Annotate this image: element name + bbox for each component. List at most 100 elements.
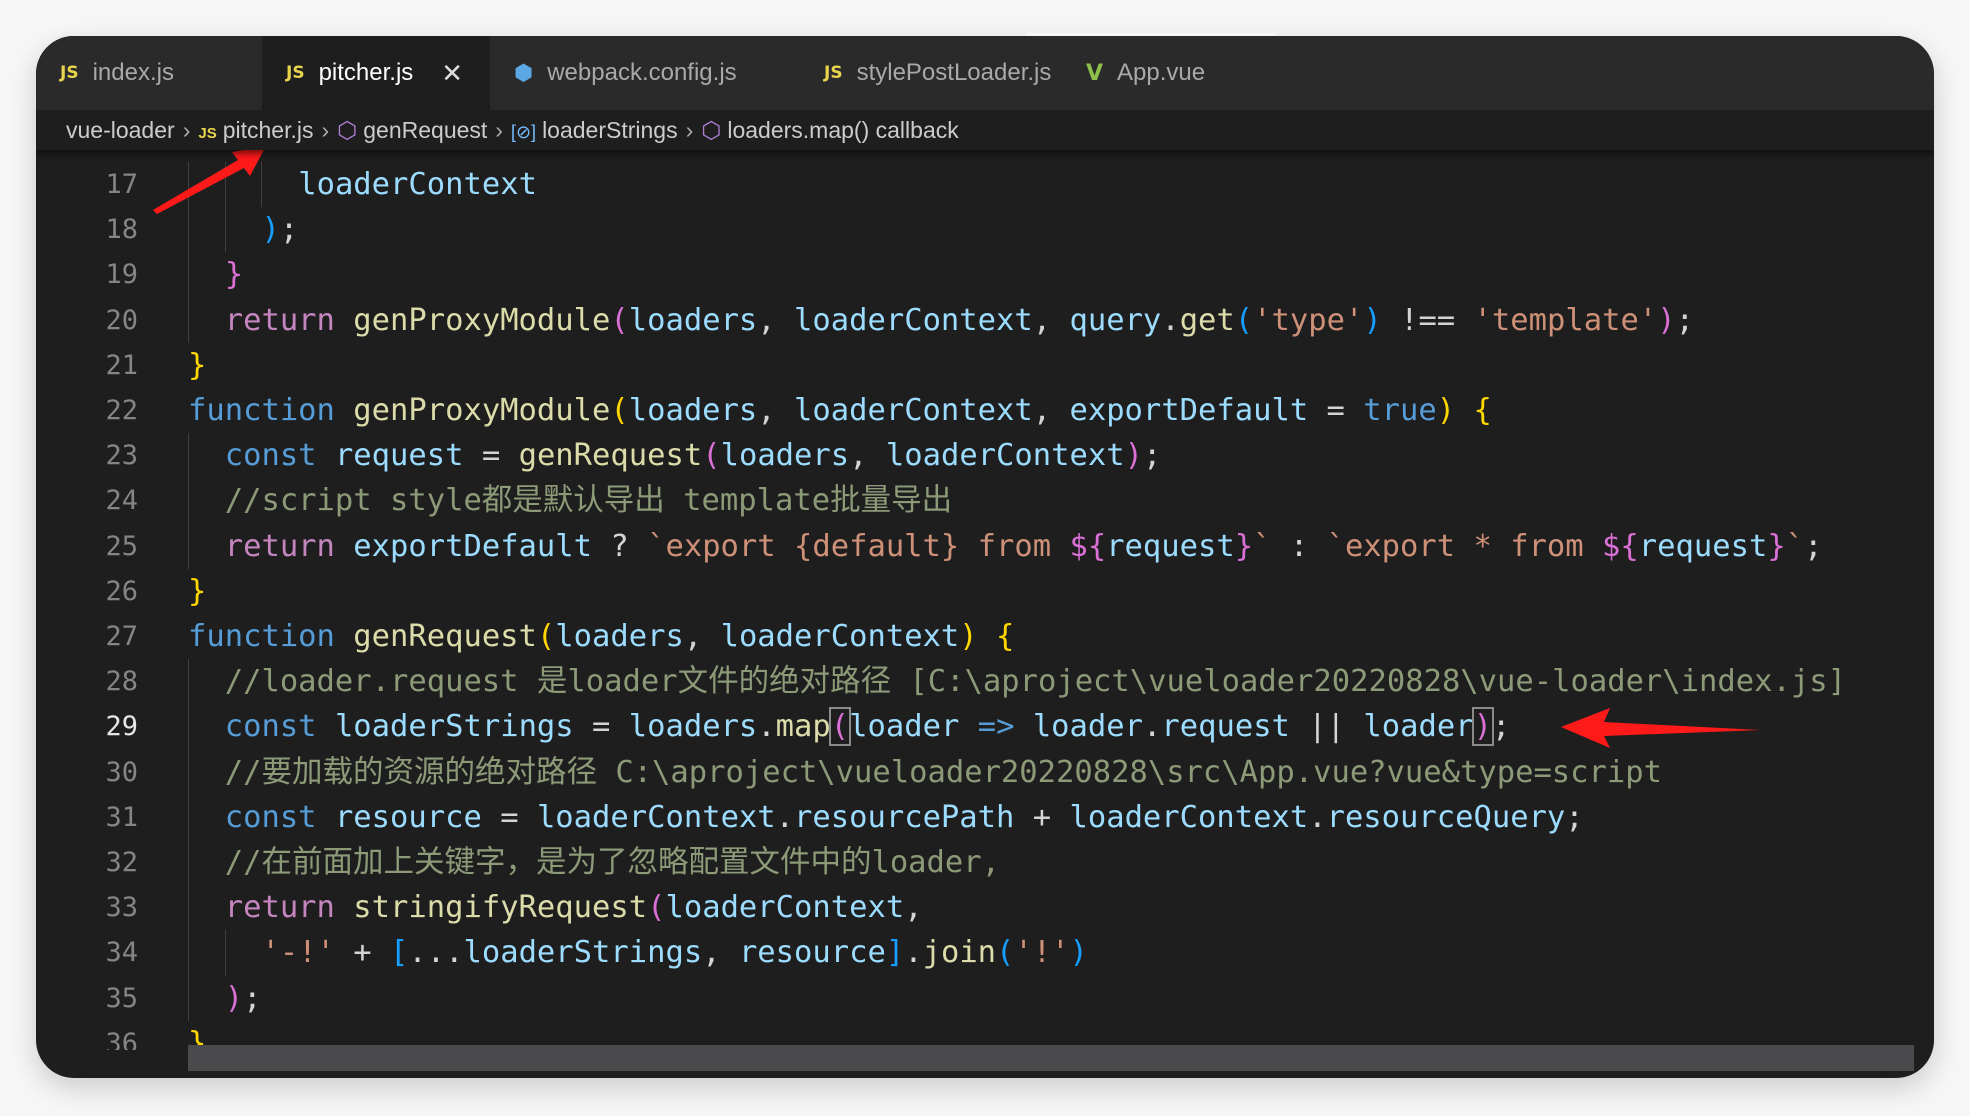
code-token: ; bbox=[243, 980, 262, 1016]
code-line: 17 loaderContext bbox=[36, 162, 1934, 208]
code-text: return stringifyRequest(loaderContext, bbox=[225, 885, 923, 930]
code-token: ( bbox=[996, 935, 1015, 971]
code-line: 26} bbox=[36, 569, 1934, 614]
close-icon[interactable]: ✕ bbox=[441, 58, 463, 89]
code-token: = bbox=[481, 799, 537, 835]
code-token: resource bbox=[334, 799, 482, 835]
tab-index-js[interactable]: JS index.js bbox=[36, 36, 262, 110]
code-token: } bbox=[188, 573, 207, 609]
code-token: ; bbox=[1804, 528, 1823, 564]
code-token: . bbox=[1308, 799, 1327, 835]
code-text: //要加载的资源的绝对路径 C:\aproject\vueloader20220… bbox=[225, 750, 1662, 795]
code-token: //在前面加上关键字，是为了忽略配置文件中的loader, bbox=[224, 845, 1000, 880]
code-token: loaderContext bbox=[298, 167, 537, 202]
indent-guide bbox=[188, 930, 189, 976]
tab-webpack-config-js[interactable]: ⬢ webpack.config.js bbox=[490, 36, 800, 110]
code-token: const bbox=[224, 438, 317, 474]
indent-guide bbox=[188, 794, 189, 840]
line-number: 23 bbox=[105, 440, 138, 472]
code-token: ... bbox=[408, 935, 464, 971]
code-token: , bbox=[702, 935, 739, 971]
tab-label: App.vue bbox=[1117, 59, 1206, 86]
code-line: 29 const loaderStrings = loaders.map(load… bbox=[36, 704, 1934, 750]
js-file-icon: JS bbox=[286, 63, 305, 83]
tab-app-vue[interactable]: V App.vue bbox=[1062, 36, 1320, 110]
code-line: 25 return exportDefault ? `export {defaul… bbox=[36, 523, 1934, 569]
line-number: 26 bbox=[105, 575, 138, 607]
line-number: 20 bbox=[105, 304, 138, 336]
code-token: loaderStrings bbox=[463, 935, 703, 971]
indent-guide bbox=[224, 162, 226, 208]
code-editor[interactable]: 17 loaderContext 18); 19} 20 return genProxyM… bbox=[36, 150, 1934, 1050]
breadcrumb-item[interactable]: JS pitcher.js bbox=[198, 117, 313, 144]
code-token: !== bbox=[1381, 302, 1474, 338]
code-token: loader bbox=[1363, 709, 1474, 745]
code-token: return bbox=[224, 302, 335, 338]
code-line: 22 function genProxyModule(loaders, loade… bbox=[36, 388, 1934, 433]
code-token: query bbox=[1069, 302, 1162, 338]
code-token: ) bbox=[1471, 707, 1494, 747]
code-line: 28 //loader.request 是loader文件的绝对路径 [C:\ap… bbox=[36, 659, 1934, 705]
code-token: ` bbox=[1785, 528, 1805, 564]
indent-guide bbox=[224, 207, 226, 253]
code-token: genRequest bbox=[353, 619, 537, 654]
line-number: 21 bbox=[105, 349, 138, 381]
code-token: function bbox=[188, 393, 335, 428]
code-token: + bbox=[334, 935, 391, 971]
indent-guide bbox=[188, 975, 189, 1021]
tab-bar: JS index.js JS pitcher.js ✕ ⬢ webpack.config.j… bbox=[36, 36, 1934, 110]
code-token: loaders bbox=[628, 302, 758, 338]
code-line: 33 return stringifyRequest(loaderContext, bbox=[36, 885, 1934, 931]
code-token: request bbox=[334, 438, 464, 474]
code-token: + bbox=[1014, 799, 1070, 835]
code-token: ) bbox=[224, 980, 244, 1016]
method-cube-icon: ⬡ bbox=[337, 116, 358, 143]
code-token: resourceQuery bbox=[1326, 799, 1566, 835]
code-token: '-!' bbox=[261, 935, 335, 971]
code-text: //script style都是默认导出 template批量导出 bbox=[225, 478, 952, 523]
code-token: exportDefault bbox=[353, 528, 593, 564]
tab-pitcher-js[interactable]: JS pitcher.js ✕ bbox=[262, 36, 490, 110]
breadcrumb-label: loaders.map() callback bbox=[727, 116, 959, 143]
code-text: function genProxyModule(loaders, loaderC… bbox=[188, 388, 1492, 433]
code-line: 19} bbox=[36, 252, 1934, 298]
code-token: ; bbox=[279, 212, 299, 248]
indent-guide bbox=[188, 659, 189, 705]
line-number: 28 bbox=[105, 666, 138, 698]
editor-window: JS index.js JS pitcher.js ✕ ⬢ webpack.config.j… bbox=[36, 36, 1934, 1078]
code-token: ) bbox=[1069, 935, 1088, 971]
code-token: ) bbox=[261, 212, 280, 248]
code-token: get bbox=[1179, 302, 1235, 338]
vue-icon: V bbox=[1086, 60, 1104, 86]
tab-label: stylePostLoader.js bbox=[856, 59, 1052, 86]
code-token: , bbox=[757, 393, 795, 428]
breadcrumb-item[interactable]: ⬡ genRequest bbox=[337, 117, 487, 144]
code-text: const loaderStrings = loaders.map(loader… bbox=[225, 704, 1510, 749]
code-text: const resource = loaderContext.resourceP… bbox=[225, 795, 1584, 840]
code-token: loaderContext bbox=[794, 302, 1033, 338]
breadcrumb-item[interactable]: [⊘] loaderStrings bbox=[511, 117, 678, 144]
code-text: ); bbox=[261, 207, 298, 252]
line-number: 31 bbox=[105, 801, 138, 833]
code-token: , bbox=[904, 890, 923, 926]
breadcrumb: vue-loader › JS pitcher.js › ⬡ genRequest › [⊘] l… bbox=[36, 110, 1934, 150]
indent-guide bbox=[188, 704, 189, 750]
horizontal-scrollbar[interactable] bbox=[188, 1045, 1914, 1071]
breadcrumb-item[interactable]: ⬡ loaders.map() callback bbox=[701, 117, 958, 144]
breadcrumb-label: loaderStrings bbox=[542, 116, 678, 143]
breadcrumb-item[interactable]: vue-loader bbox=[66, 117, 175, 144]
indent-guide bbox=[188, 478, 189, 524]
line-number: 35 bbox=[105, 982, 138, 1014]
tab-stylepostloader-js[interactable]: JS stylePostLoader.js bbox=[800, 36, 1062, 110]
code-token: loaderContext bbox=[536, 799, 776, 835]
code-token: //要加载的资源的绝对路径 C:\aproject\vueloader20220… bbox=[224, 754, 1662, 790]
chevron-right-icon: › bbox=[685, 116, 694, 143]
code-token: { bbox=[996, 619, 1015, 654]
indent-guide bbox=[224, 930, 226, 976]
